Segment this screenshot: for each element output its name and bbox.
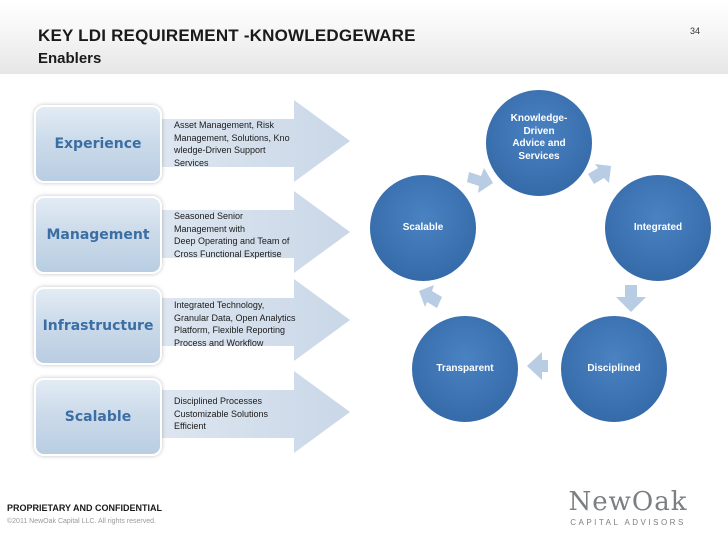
node-label-line: Advice and (512, 138, 566, 149)
cycle-node-label-transparent: Transparent (436, 363, 494, 374)
cycle-node-label-scalable: Scalable (402, 222, 444, 233)
cycle-diagram (368, 88, 713, 424)
node-label-line: Driven (523, 125, 555, 137)
confidential-notice: PROPRIETARY AND CONFIDENTIAL (7, 503, 163, 513)
cycle-node-label-disciplined: Disciplined (587, 363, 641, 374)
cycle-arrow (588, 164, 611, 184)
company-logo: NewOak CAPITAL ADVISORS (568, 488, 688, 532)
node-label-line: Services (518, 150, 560, 162)
cycle-arrow (419, 285, 442, 308)
copyright-notice: ©2011 NewOak Capital LLC. All rights res… (7, 518, 156, 525)
logo-subtitle: CAPITAL ADVISORS (570, 518, 686, 527)
logo-name: NewOak (568, 487, 688, 517)
cycle-arrow (616, 285, 646, 312)
cycle-node-label-integrated: Integrated (633, 222, 683, 233)
cycle-arrow (467, 168, 493, 193)
node-label-line: Knowledge- (510, 113, 568, 124)
cycle-node-label-knowledge: Knowledge- Driven Advice and Services (499, 113, 579, 163)
cycle-arrow (527, 352, 548, 380)
